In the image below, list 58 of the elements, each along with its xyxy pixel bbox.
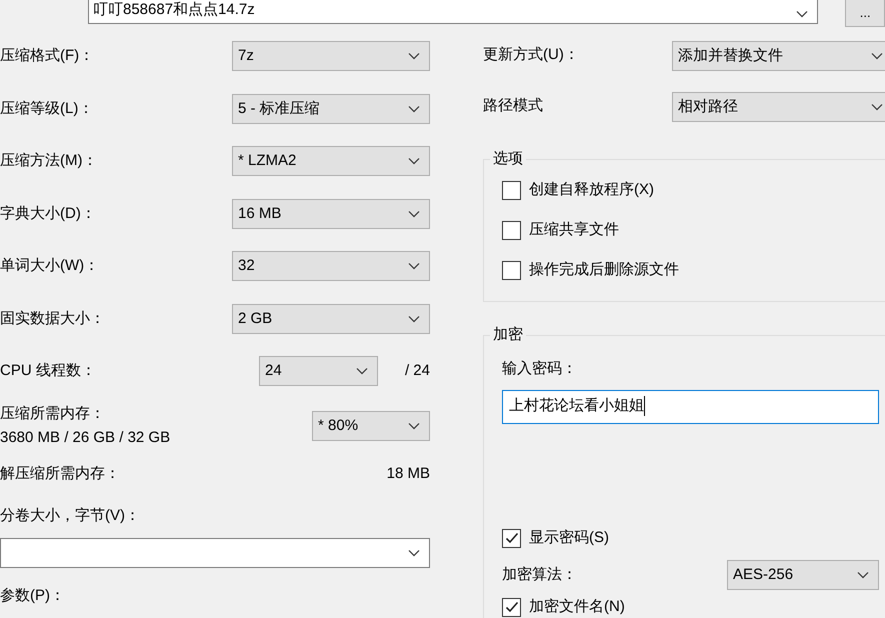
checkbox[interactable] — [502, 598, 521, 616]
checkmark-icon — [504, 531, 518, 545]
chevron-down-icon — [408, 52, 420, 60]
field-label: 输入密码： — [502, 359, 578, 379]
dropdown[interactable]: 相对路径 — [672, 92, 885, 122]
chevron-down-icon — [356, 367, 368, 376]
checkbox[interactable] — [502, 180, 521, 200]
chevron-down-icon — [871, 52, 883, 60]
dropdown[interactable]: AES-256 — [727, 560, 879, 590]
checkbox[interactable] — [502, 528, 521, 548]
browse-button[interactable]: ... — [845, 0, 885, 27]
thread-count-text: / 24 — [404, 361, 430, 381]
field-label: 固实数据大小： — [0, 308, 105, 328]
chevron-down-icon — [408, 262, 420, 270]
chevron-down-icon — [408, 157, 420, 166]
field-label: 字典大小(D)： — [0, 204, 96, 224]
checkbox[interactable] — [502, 220, 521, 240]
field-label: 更新方式(U)： — [483, 45, 580, 66]
field-label: 单词大小(W)： — [0, 256, 100, 276]
checkbox-label: 加密文件名(N) — [529, 596, 625, 617]
checkbox-label: 压缩共享文件 — [529, 220, 619, 240]
chevron-down-icon — [796, 10, 808, 18]
dropdown[interactable]: * 80% — [312, 410, 430, 440]
dropdown[interactable]: 添加并替换文件 — [672, 40, 885, 70]
chevron-down-icon — [408, 314, 420, 323]
field-label: 压缩所需内存： — [0, 404, 106, 424]
field-label: 压缩方法(M)： — [0, 151, 98, 171]
checkbox-label: 创建自释放程序(X) — [529, 180, 654, 200]
dropdown[interactable]: 7z — [232, 41, 430, 72]
chevron-down-icon — [857, 571, 869, 579]
password-field[interactable]: 上村花论坛看小姐姐 — [502, 390, 879, 424]
field-label: 分卷大小，字节(V)： — [0, 506, 140, 526]
chevron-down-icon — [408, 422, 420, 430]
checkbox[interactable] — [502, 260, 521, 280]
field-label: 解压缩所需内存： — [0, 464, 120, 484]
dropdown[interactable]: 32 — [232, 251, 430, 282]
field-label: 加密算法： — [502, 564, 577, 585]
field-label: 压缩等级(L)： — [0, 98, 94, 118]
chevron-down-icon — [408, 104, 420, 113]
checkbox-label: 操作完成后删除源文件 — [529, 260, 679, 280]
memory-usage-text: 18 MB — [386, 464, 430, 484]
checkmark-icon — [504, 600, 518, 614]
dropdown[interactable]: * LZMA2 — [232, 146, 430, 176]
chevron-down-icon — [408, 210, 420, 218]
dropdown[interactable]: 5 - 标准压缩 — [232, 94, 430, 124]
archive-path-field[interactable]: 叮叮858687和点点14.7z — [88, 0, 818, 24]
dropdown[interactable] — [0, 538, 430, 568]
checkbox-label: 显示密码(S) — [529, 528, 609, 548]
dropdown[interactable]: 2 GB — [232, 304, 430, 334]
dropdown[interactable]: 16 MB — [232, 198, 430, 229]
chevron-down-icon — [408, 548, 420, 556]
chevron-down-icon — [871, 102, 883, 110]
field-label: 路径模式 — [483, 96, 544, 116]
dropdown[interactable]: 24 — [258, 356, 378, 386]
field-label: CPU 线程数： — [0, 361, 96, 381]
field-label: 参数(P)： — [0, 586, 65, 606]
field-label: 压缩格式(F)： — [0, 46, 94, 66]
memory-usage-text: 3680 MB / 26 GB / 32 GB — [0, 428, 170, 448]
